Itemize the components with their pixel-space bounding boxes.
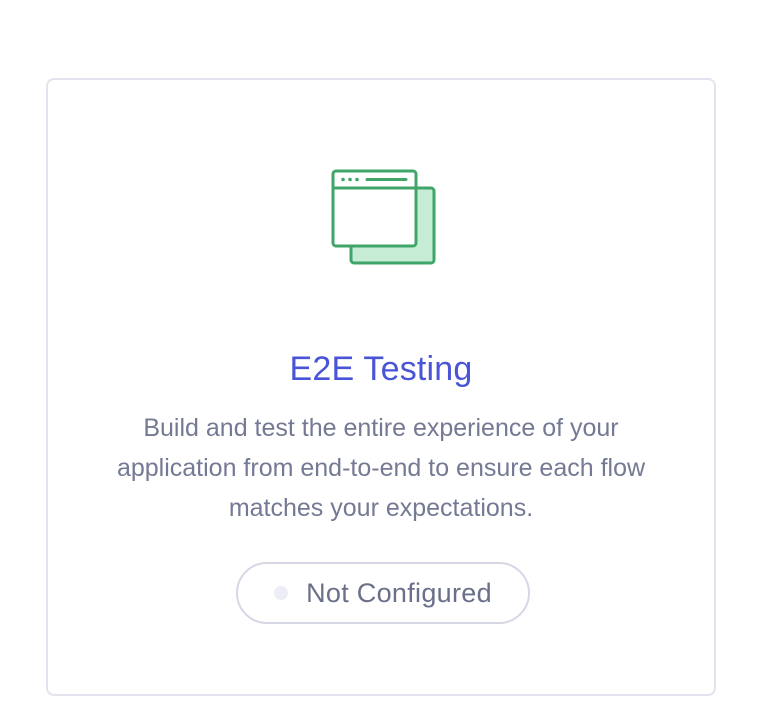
card-title: E2E Testing xyxy=(289,350,473,388)
browser-windows-icon xyxy=(330,168,438,268)
card-description: Build and test the entire experience of … xyxy=(116,414,646,522)
status-dot-icon xyxy=(274,586,289,600)
status-label: Not Configured xyxy=(306,578,492,608)
status-badge: Not Configured xyxy=(236,562,530,624)
e2e-testing-card[interactable]: E2E Testing Build and test the entire ex… xyxy=(46,78,716,696)
